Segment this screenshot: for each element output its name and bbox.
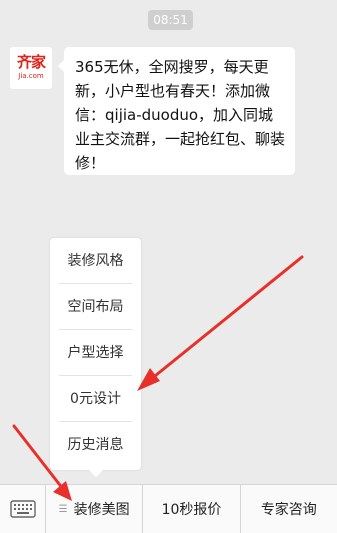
submenu-item-layout[interactable]: 空间布局 xyxy=(59,284,132,330)
bottom-menu-bar: ☰ 装修美图 10秒报价 专家咨询 xyxy=(0,484,337,533)
arrow-to-free-design xyxy=(137,255,304,391)
menu-tab-decor-gallery[interactable]: ☰ 装修美图 xyxy=(46,485,144,533)
submenu-pointer xyxy=(89,470,103,477)
menu-tab-label: 专家咨询 xyxy=(260,502,317,518)
avatar[interactable]: 齐家 Jia.com xyxy=(10,47,52,89)
menu-lines-icon: ☰ xyxy=(58,503,68,515)
menu-tab-expert-consult[interactable]: 专家咨询 xyxy=(241,485,337,533)
keyboard-icon xyxy=(9,500,36,518)
submenu-item-style[interactable]: 装修风格 xyxy=(59,238,132,284)
brand-logo-text: 齐家 xyxy=(16,53,46,71)
submenu-item-free-design[interactable]: 0元设计 xyxy=(59,376,132,422)
keyboard-toggle-button[interactable] xyxy=(0,485,46,533)
menu-tab-quick-quote[interactable]: 10秒报价 xyxy=(143,485,241,533)
timestamp-chip: 08:51 xyxy=(148,10,193,30)
submenu-item-history[interactable]: 历史消息 xyxy=(59,422,132,468)
submenu-popup: 装修风格 空间布局 户型选择 0元设计 历史消息 xyxy=(50,238,141,470)
message-bubble[interactable]: 365无休，全网搜罗，每天更新，小户型也有春天！添加微信：qijia-duodu… xyxy=(58,47,295,175)
submenu-item-floorplan[interactable]: 户型选择 xyxy=(59,330,132,376)
brand-logo-domain: Jia.com xyxy=(18,72,44,80)
menu-tab-label: 10秒报价 xyxy=(161,502,222,518)
menu-tab-label: 装修美图 xyxy=(73,502,130,518)
message-text: 365无休，全网搜罗，每天更新，小户型也有春天！添加微信：qijia-duodu… xyxy=(75,58,286,172)
